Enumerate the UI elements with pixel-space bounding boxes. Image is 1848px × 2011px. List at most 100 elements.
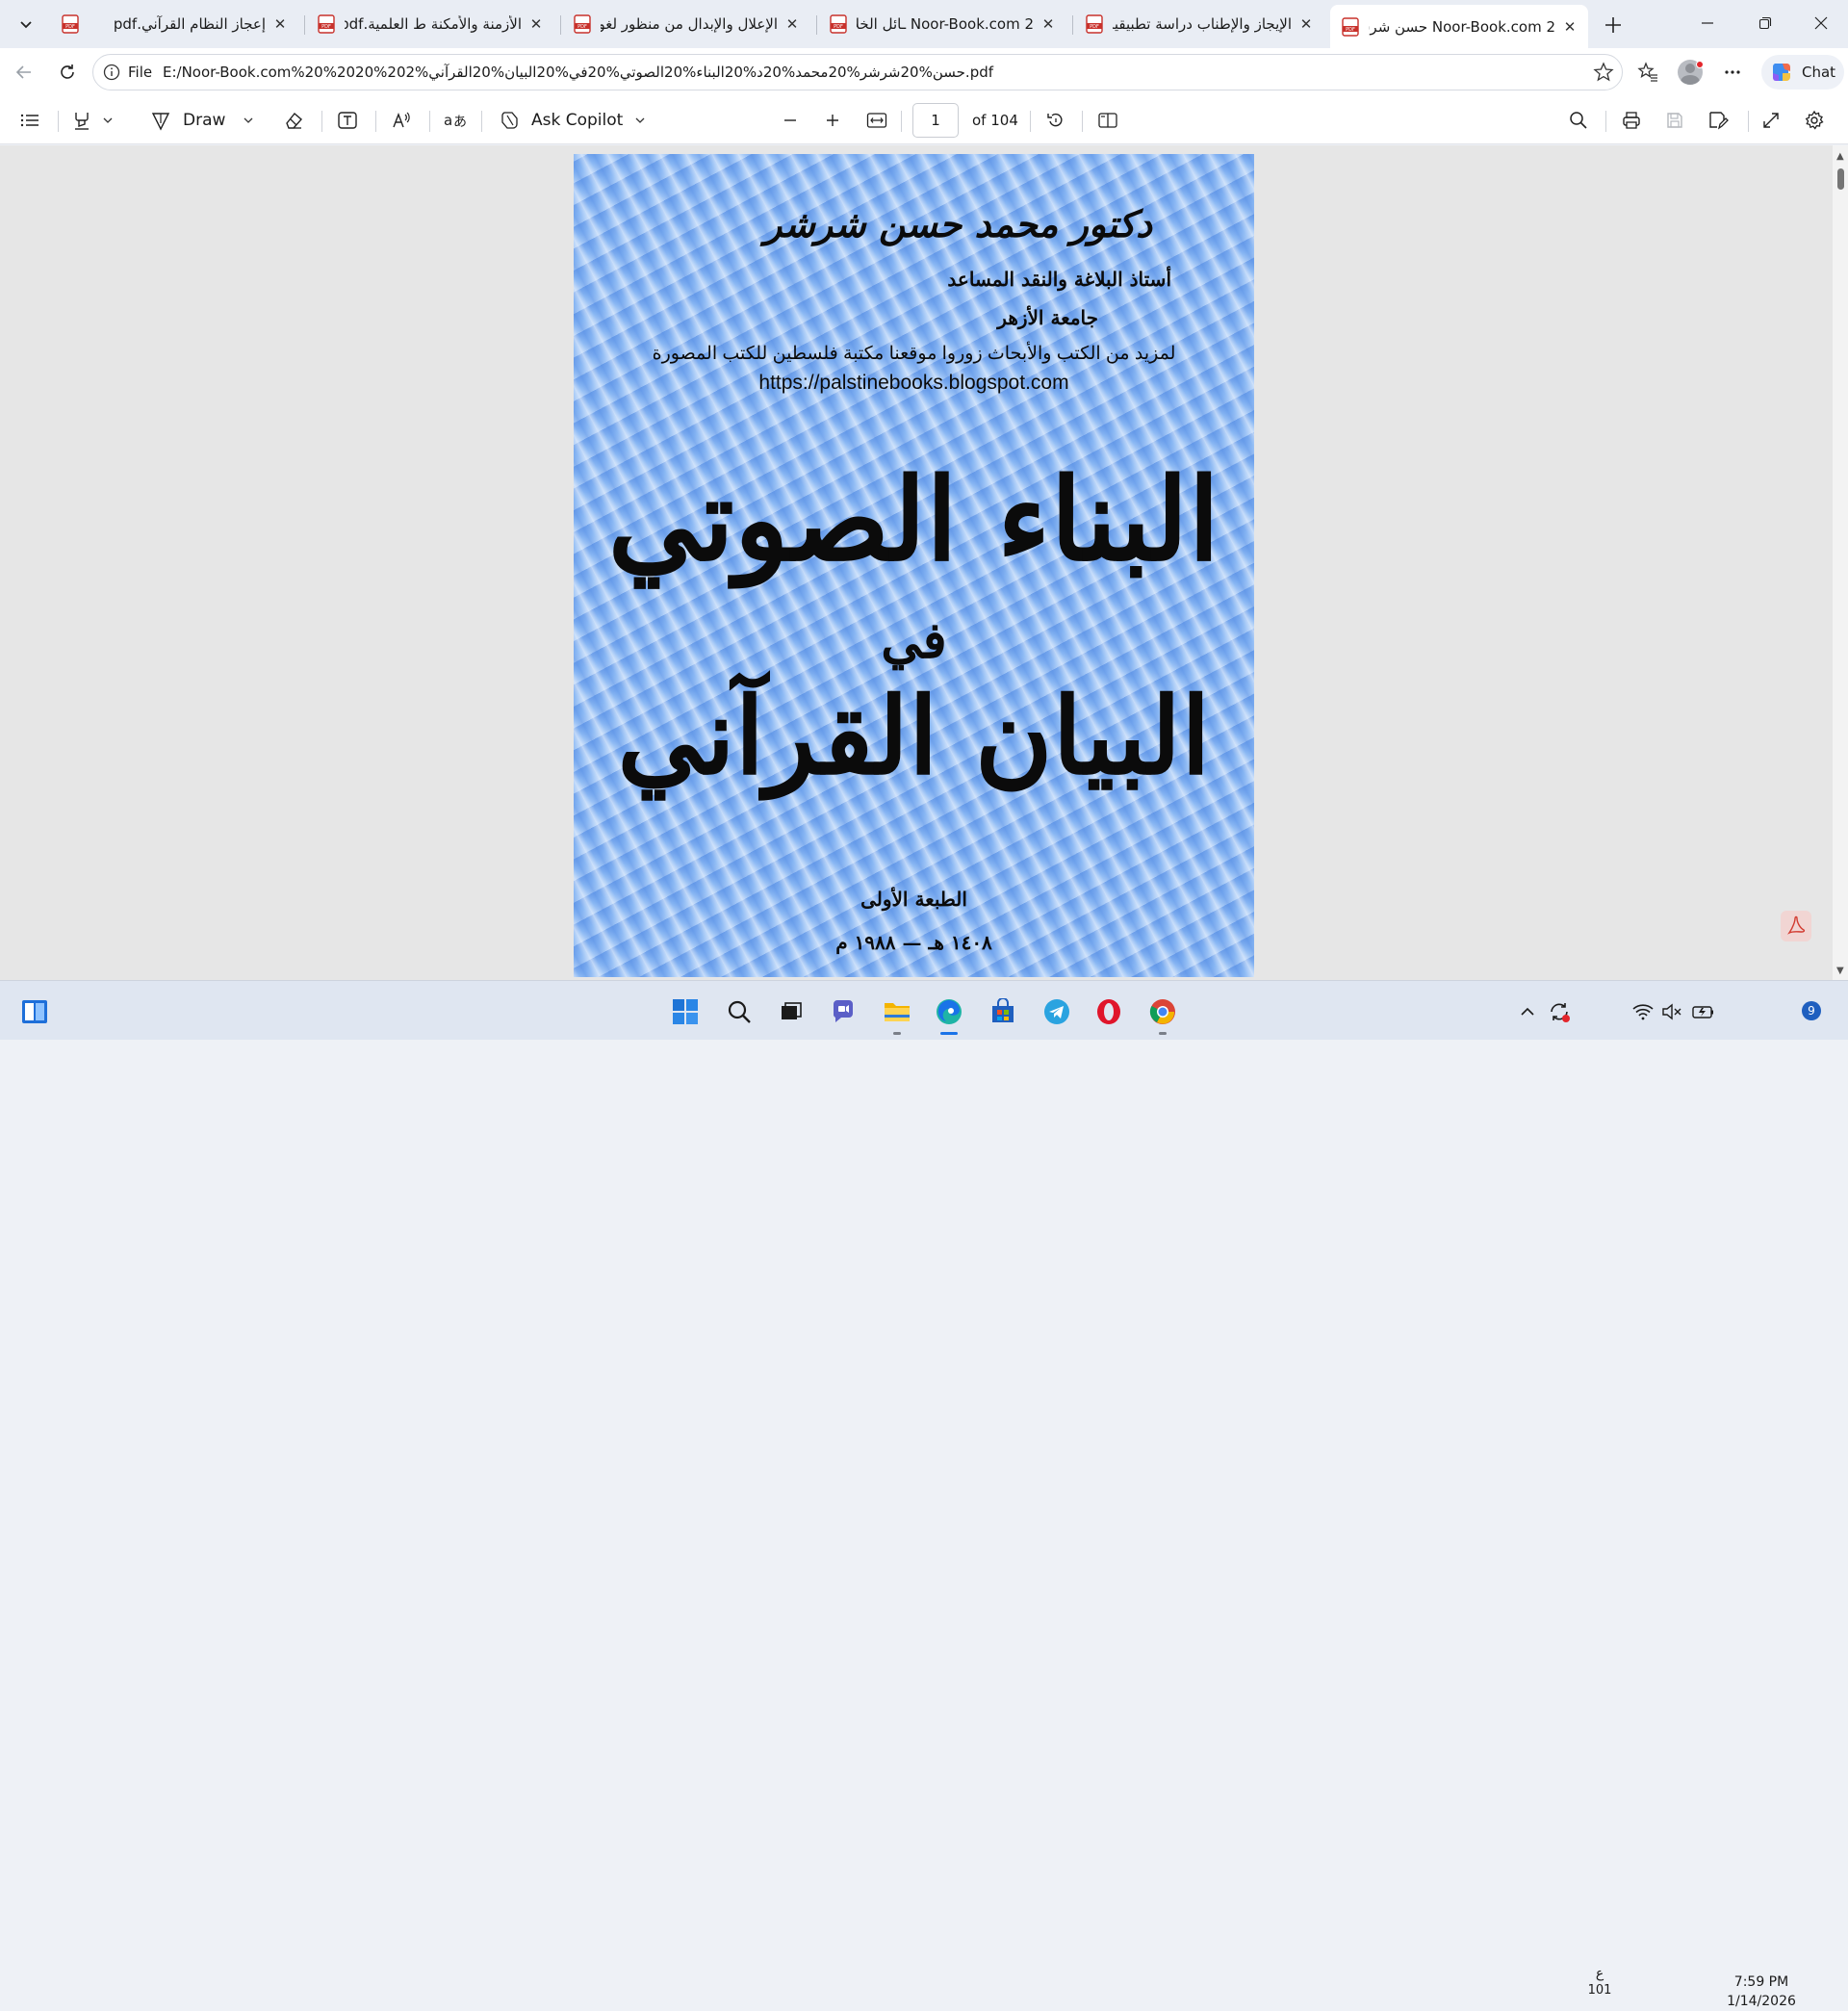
scroll-up-arrow-icon[interactable]: ▲ [1836, 151, 1844, 162]
windows-taskbar: ع 101 7:59 PM 1/14/2026 [0, 980, 1848, 2009]
favorites-button[interactable] [1632, 57, 1663, 88]
file-explorer-button[interactable] [880, 994, 914, 1035]
tab-separator [560, 15, 561, 35]
tab-close-button[interactable]: ✕ [783, 15, 801, 33]
wifi-button[interactable] [1629, 994, 1657, 1029]
read-aloud-button[interactable] [391, 106, 412, 135]
input-language-indicator[interactable]: ع 101 [1586, 1965, 1613, 1999]
tab-title: إعجاز النظام القرآني.pdf [113, 15, 266, 33]
browser-tab[interactable]: PDF Noor-Book.com 2 ـائل الخلاف ✕ [818, 7, 1066, 41]
chevron-down-icon[interactable] [243, 115, 254, 126]
battery-button[interactable] [1688, 994, 1719, 1029]
address-bar[interactable]: File E:/Noor-Book.com%20%2020%202%حسن%20… [92, 54, 1623, 90]
rotate-button[interactable] [1045, 106, 1066, 135]
print-button[interactable] [1621, 106, 1642, 135]
highlight-button[interactable] [71, 106, 114, 135]
profile-notification-dot [1696, 61, 1704, 68]
toolbar-separator [429, 111, 430, 132]
vertical-scrollbar[interactable]: ▲ ▼ [1833, 145, 1848, 980]
volume-button[interactable] [1657, 994, 1686, 1029]
telegram-button[interactable] [1040, 994, 1074, 1029]
translate-button[interactable]: aあ [443, 106, 466, 135]
tab-close-button[interactable]: ✕ [527, 15, 545, 33]
info-icon[interactable] [103, 64, 120, 81]
book-title-line-2: في [881, 611, 947, 670]
fit-to-width-button[interactable] [866, 106, 887, 135]
telegram-icon [1044, 999, 1069, 1024]
pdf-file-icon: PDF [830, 14, 847, 34]
save-as-button[interactable] [1707, 106, 1729, 135]
search-icon [728, 1000, 751, 1023]
search-button[interactable] [722, 994, 757, 1029]
page-view-button[interactable] [1097, 106, 1118, 135]
notification-count-badge[interactable]: 9 [1802, 1001, 1821, 1020]
chrome-button[interactable] [1145, 994, 1180, 1035]
close-icon [1814, 16, 1828, 30]
teams-chat-button[interactable] [826, 994, 860, 1029]
save-button[interactable] [1665, 106, 1684, 135]
chevron-down-icon[interactable] [102, 115, 114, 126]
browser-tab[interactable]: PDF إعجاز النظام القرآني.pdf ✕ [50, 7, 298, 41]
sync-icon [1551, 1003, 1570, 1022]
erase-button[interactable] [283, 106, 304, 135]
find-button[interactable] [1569, 106, 1588, 135]
pdf-settings-button[interactable] [1804, 106, 1825, 135]
acrobat-button[interactable] [1781, 911, 1811, 941]
website-link[interactable]: https://palstinebooks.blogspot.com [574, 372, 1254, 395]
new-tab-button[interactable] [1598, 10, 1629, 40]
settings-and-more-button[interactable] [1717, 57, 1748, 88]
store-button[interactable] [986, 994, 1020, 1029]
tab-close-button[interactable]: ✕ [1561, 18, 1578, 36]
sync-status-button[interactable] [1544, 994, 1575, 1029]
favorite-star-icon[interactable] [1593, 62, 1614, 83]
tab-close-button[interactable]: ✕ [271, 15, 289, 33]
minimize-button[interactable] [1679, 0, 1736, 46]
folder-icon [885, 1003, 910, 1021]
url-text[interactable]: E:/Noor-Book.com%20%2020%202%حسن%20شرشر%… [163, 64, 993, 81]
clock[interactable]: 7:59 PM 1/14/2026 [1723, 1972, 1800, 2011]
page-number-input[interactable]: 1 [912, 103, 959, 138]
edge-button[interactable] [932, 994, 966, 1035]
full-screen-button[interactable] [1761, 106, 1781, 135]
tab-close-button[interactable]: ✕ [1297, 15, 1315, 33]
refresh-button[interactable] [52, 57, 83, 88]
widgets-button[interactable] [17, 994, 52, 1029]
close-window-button[interactable] [1792, 0, 1848, 46]
browser-tab[interactable]: PDF الإيجاز والإطناب دراسة تطبيقية ✕ [1074, 7, 1324, 41]
copilot-chat-button[interactable]: Chat [1761, 55, 1844, 90]
browser-tab-active[interactable]: PDF Noor-Book.com 2 حسن شرشر ✕ [1330, 5, 1588, 48]
tab-close-button[interactable]: ✕ [1040, 15, 1057, 33]
toolbar-separator [58, 111, 59, 132]
opera-button[interactable] [1091, 994, 1126, 1029]
tab-title: Noor-Book.com 2 ـائل الخلاف [857, 15, 1034, 33]
contents-button[interactable] [19, 106, 40, 135]
draw-button[interactable]: Draw [150, 106, 254, 135]
scrollbar-thumb[interactable] [1837, 168, 1844, 190]
svg-text:PDF: PDF [578, 24, 587, 30]
scroll-down-arrow-icon[interactable]: ▼ [1836, 966, 1844, 976]
draw-label: Draw [183, 111, 226, 130]
ask-copilot-button[interactable]: Ask Copilot [499, 106, 646, 135]
zoom-out-button[interactable] [782, 106, 799, 135]
copilot-outline-icon [501, 112, 518, 129]
pen-draw-icon [151, 113, 170, 131]
browser-tab[interactable]: PDF الإعلال والإبدال من منظور لغوي ✕ [562, 7, 810, 41]
task-view-button[interactable] [774, 994, 808, 1029]
chrome-icon [1149, 999, 1175, 1024]
publication-year: ١٤٠٨ هـ — ١٩٨٨ م [835, 931, 992, 954]
tab-actions-menu-button[interactable] [10, 9, 42, 39]
svg-text:PDF: PDF [834, 24, 843, 30]
arrow-left-icon [15, 65, 31, 79]
show-hidden-icons-button[interactable] [1513, 994, 1542, 1029]
back-button[interactable] [9, 57, 39, 88]
restore-button[interactable] [1736, 0, 1794, 46]
zoom-in-button[interactable] [824, 106, 841, 135]
profile-button[interactable] [1675, 57, 1706, 88]
widgets-icon [22, 1000, 47, 1023]
start-button[interactable] [668, 994, 703, 1029]
browser-tab[interactable]: PDF الأزمنة والأمكنة ط العلمية.pdf ✕ [306, 7, 554, 41]
tab-title: الإيجاز والإطناب دراسة تطبيقية [1113, 15, 1292, 33]
add-text-button[interactable] [337, 106, 358, 135]
opera-icon [1097, 999, 1120, 1024]
chevron-down-icon[interactable] [634, 115, 646, 126]
